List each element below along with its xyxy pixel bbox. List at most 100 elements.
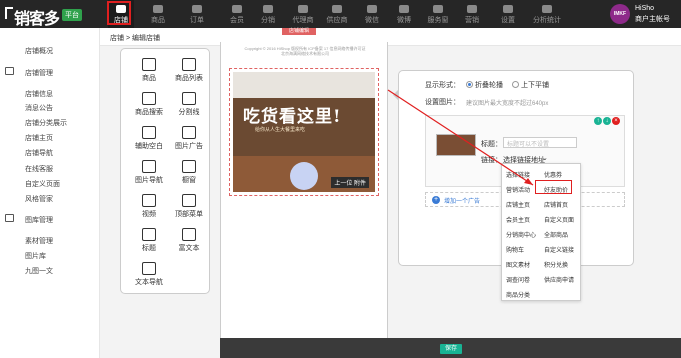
move-up-icon[interactable]: ↑ — [594, 117, 602, 125]
sidebar-item-category-display[interactable]: 店铺分类展示 — [25, 118, 67, 128]
sidebar-item-shop-nav[interactable]: 店铺导航 — [25, 148, 53, 158]
dropdown-option[interactable]: 调查问卷 — [506, 275, 530, 284]
dropdown-option[interactable]: 营销活动 — [506, 185, 530, 194]
nav-item-label: 服务窗 — [427, 17, 449, 24]
widget-blank-space[interactable]: 辅助空白 — [129, 123, 169, 153]
copyright-text: Copyright © 2016 HiShop 版权所有 ICP备案 17 信息… — [221, 46, 389, 56]
nav-item-supplier[interactable]: 供应商 — [320, 0, 354, 28]
agent-icon — [298, 5, 308, 13]
dropdown-option[interactable]: 供应商申请 — [544, 275, 574, 284]
close-icon[interactable]: × — [612, 117, 620, 125]
sidebar-item-shop-overview[interactable]: 店铺概况 — [25, 46, 53, 56]
widget-text-nav[interactable]: 文本导航 — [129, 259, 169, 289]
dropdown-option[interactable]: 店铺首页 — [544, 200, 568, 209]
option-tiled-label[interactable]: 上下平铺 — [521, 80, 549, 90]
sidebar-item-online-service[interactable]: 在线客服 — [25, 164, 53, 174]
sidebar-item-custom-pages[interactable]: 自定义页面 — [25, 179, 60, 189]
nav-item-label: 订单 — [190, 17, 204, 24]
widget-title[interactable]: 标题 — [129, 225, 169, 255]
move-down-icon[interactable]: ↓ — [603, 117, 611, 125]
widget-label: 分割线 — [178, 109, 200, 116]
title-icon — [142, 228, 156, 241]
banner-module-actions[interactable]: 上一位 附件 — [331, 177, 369, 188]
ad-image-thumbnail[interactable] — [436, 134, 476, 156]
sidebar-section-image-manage[interactable]: 图库管理 — [25, 215, 53, 225]
widget-top-menu[interactable]: 顶部菜单 — [169, 191, 209, 221]
widget-label: 商品 — [142, 75, 156, 82]
sidebar-item-shop-info[interactable]: 店铺信息 — [25, 89, 53, 99]
search-icon — [142, 92, 156, 105]
widget-divider[interactable]: 分割线 — [169, 89, 209, 119]
preview-tab[interactable]: 店铺编辑 — [282, 28, 316, 35]
dropdown-option[interactable]: 购物车 — [506, 245, 524, 254]
nav-item-analytics[interactable]: 分析统计 — [528, 0, 566, 28]
nav-item-label: 供应商 — [326, 17, 348, 24]
dropdown-option[interactable]: 分销商中心 — [506, 230, 536, 239]
dropdown-option[interactable]: 优惠券 — [544, 170, 562, 179]
nav-item-member[interactable]: 会员 — [222, 0, 252, 28]
nav-item-service-window[interactable]: 服务窗 — [421, 0, 455, 28]
nav-item-settings[interactable]: 设置 — [491, 0, 525, 28]
rich-text-icon — [182, 228, 196, 241]
dropdown-option[interactable]: 自定义链接 — [544, 245, 574, 254]
nav-item-distribution[interactable]: 分销 — [253, 0, 283, 28]
nav-item-label: 营销 — [465, 17, 479, 24]
sidebar-item-materials[interactable]: 素材管理 — [25, 236, 53, 246]
user-name: HiSho — [635, 5, 655, 12]
dropdown-option[interactable]: 选择链接 — [506, 170, 530, 179]
sidebar-item-image-library[interactable]: 图片库 — [25, 251, 46, 261]
save-button[interactable]: 保存 — [440, 344, 462, 354]
option-carousel-label[interactable]: 折叠轮播 — [475, 80, 503, 90]
widget-rich-text[interactable]: 富文本 — [169, 225, 209, 255]
nav-item-goods[interactable]: 商品 — [141, 0, 175, 28]
widget-search[interactable]: 商品搜索 — [129, 89, 169, 119]
widget-showcase[interactable]: 橱窗 — [169, 157, 209, 187]
user-account-menu[interactable]: IMKF HiSho 商户主帐号 — [606, 2, 681, 26]
nav-item-label: 商品 — [151, 17, 165, 24]
logo-badge: 平台 — [62, 9, 82, 21]
sidebar-item-shop-home[interactable]: 店铺主页 — [25, 133, 53, 143]
dropdown-option[interactable]: 全部商品 — [544, 230, 568, 239]
sidebar-item-style-manager[interactable]: 风格管家 — [25, 194, 53, 204]
widget-image-nav[interactable]: 图片导航 — [129, 157, 169, 187]
title-input[interactable]: 标题可以不设置 — [503, 137, 577, 148]
dropdown-option[interactable]: 商品分类 — [506, 290, 530, 299]
image-ad-icon — [182, 126, 196, 139]
dropdown-option[interactable]: 店铺主页 — [506, 200, 530, 209]
nav-item-marketing[interactable]: 营销 — [457, 0, 487, 28]
widget-goods[interactable]: 商品 — [129, 55, 169, 85]
dropdown-option[interactable]: 图文素材 — [506, 260, 530, 269]
widget-label: 视频 — [142, 211, 156, 218]
analytics-icon — [542, 5, 552, 13]
sidebar-item-nine-images[interactable]: 九图一文 — [25, 266, 53, 276]
sidebar: 店铺概况 店铺管理 店铺信息 消息公告 店铺分类展示 店铺主页 店铺导航 在线客… — [0, 28, 100, 358]
widget-label: 图片导航 — [135, 177, 163, 184]
widget-label: 标题 — [142, 245, 156, 252]
nav-item-agent[interactable]: 代理商 — [286, 0, 320, 28]
avatar[interactable]: IMKF — [610, 4, 630, 24]
nav-item-wechat[interactable]: 微信 — [357, 0, 387, 28]
image-library-icon — [5, 214, 14, 222]
order-icon — [192, 5, 202, 13]
nav-item-weibo[interactable]: 微博 — [389, 0, 419, 28]
widget-image-ad[interactable]: 图片广告 — [169, 123, 209, 153]
goods-icon — [153, 5, 163, 13]
dropdown-option[interactable]: 积分兑换 — [544, 260, 568, 269]
breadcrumb-current: 编辑店铺 — [132, 35, 160, 42]
radio-carousel[interactable] — [466, 81, 473, 88]
dropdown-option[interactable]: 自定义页面 — [544, 215, 574, 224]
nav-item-order[interactable]: 订单 — [180, 0, 214, 28]
dropdown-highlight-box — [535, 180, 572, 194]
widget-goods-list[interactable]: 商品列表 — [169, 55, 209, 85]
radio-tiled[interactable] — [512, 81, 519, 88]
sidebar-item-announcements[interactable]: 消息公告 — [25, 103, 53, 113]
chevron-down-icon[interactable]: ⌄ — [542, 154, 548, 162]
dropdown-option[interactable]: 会员主页 — [506, 215, 530, 224]
top-navigation-bar: 销客多 平台 店铺 商品 订单 会员 分销 代理商 供应商 微信 微博 服务窗 营销 设置 分析统计 I… — [0, 0, 681, 28]
widget-video[interactable]: 视频 — [129, 191, 169, 221]
breadcrumb-parent[interactable]: 店铺 — [110, 35, 124, 42]
widget-palette: 商品 商品列表 商品搜索 分割线辅助空白 图片广告图片导航 橱窗视频 顶部菜单标题 富文本 文本… — [120, 48, 210, 294]
breadcrumb: 店铺 > 编辑店铺 — [100, 28, 681, 46]
brand-logo[interactable]: 销客多 平台 — [2, 3, 82, 28]
sidebar-section-shop-manage[interactable]: 店铺管理 — [25, 68, 53, 78]
